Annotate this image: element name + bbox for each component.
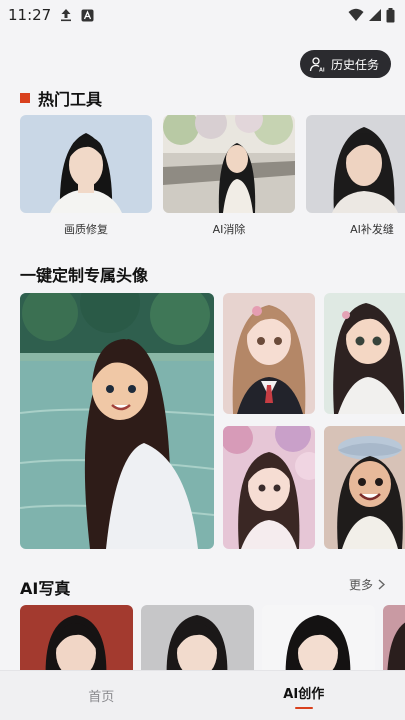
tool-label: AI补发缝 <box>350 223 394 236</box>
tool-card-restore[interactable]: 画质修复 <box>20 115 152 237</box>
status-time: 11:27 <box>8 6 52 24</box>
app-notification-icon <box>81 9 94 22</box>
history-tasks-label: 历史任务 <box>330 57 379 72</box>
chevron-right-icon <box>378 579 385 590</box>
more-label: 更多 <box>348 578 373 592</box>
ai-photo-card[interactable] <box>141 605 254 675</box>
tab-home[interactable]: 首页 <box>0 671 203 720</box>
section-title-avatar: 一键定制专属头像 <box>20 262 148 286</box>
ai-photo-card[interactable] <box>262 605 375 675</box>
tool-thumbnail <box>163 115 295 213</box>
avatar-style-3d[interactable] <box>223 293 315 414</box>
signal-icon <box>368 8 382 22</box>
tool-card-erase[interactable]: AI消除 <box>163 115 295 237</box>
history-tasks-button[interactable]: AI 历史任务 <box>299 50 391 78</box>
bottom-tab-bar: 首页 AI创作 <box>0 670 405 720</box>
section-title-hot-tools: 热门工具 <box>20 86 102 110</box>
active-tab-indicator <box>294 706 313 709</box>
tool-list: 画质修复 AI消除 AI补发缝 <box>20 115 405 240</box>
section-title-ai-photo: AI写真 <box>20 575 70 599</box>
tab-label: 首页 <box>88 690 115 705</box>
section-title-text: 热门工具 <box>38 90 103 109</box>
tool-thumbnail <box>306 115 405 213</box>
section-title-text: AI写真 <box>20 579 71 598</box>
section-marker <box>20 93 30 103</box>
svg-text:AI: AI <box>319 68 325 73</box>
ai-photo-card[interactable] <box>20 605 133 675</box>
tab-label: AI创作 <box>283 686 325 702</box>
avatar-style-anime[interactable] <box>20 293 214 549</box>
user-ai-icon: AI <box>309 56 325 72</box>
ai-photo-list <box>20 605 405 675</box>
status-bar: 11:27 <box>0 0 405 30</box>
avatar-style-cartoon[interactable] <box>324 293 405 414</box>
tool-card-hairline[interactable]: AI补发缝 <box>306 115 405 237</box>
more-link[interactable]: 更多 <box>349 576 385 593</box>
avatar-style-grid <box>20 293 405 549</box>
avatar-style-dreamy[interactable] <box>223 426 315 549</box>
tool-label: AI消除 <box>212 223 246 236</box>
tool-label: 画质修复 <box>64 223 108 236</box>
upload-icon <box>59 8 73 22</box>
tool-thumbnail <box>20 115 152 213</box>
tab-ai-create[interactable]: AI创作 <box>203 671 405 720</box>
wifi-icon <box>348 8 364 22</box>
avatar-style-clay[interactable] <box>324 426 405 549</box>
section-title-text: 一键定制专属头像 <box>20 266 149 285</box>
battery-icon <box>386 7 395 23</box>
ai-photo-card[interactable] <box>383 605 405 675</box>
